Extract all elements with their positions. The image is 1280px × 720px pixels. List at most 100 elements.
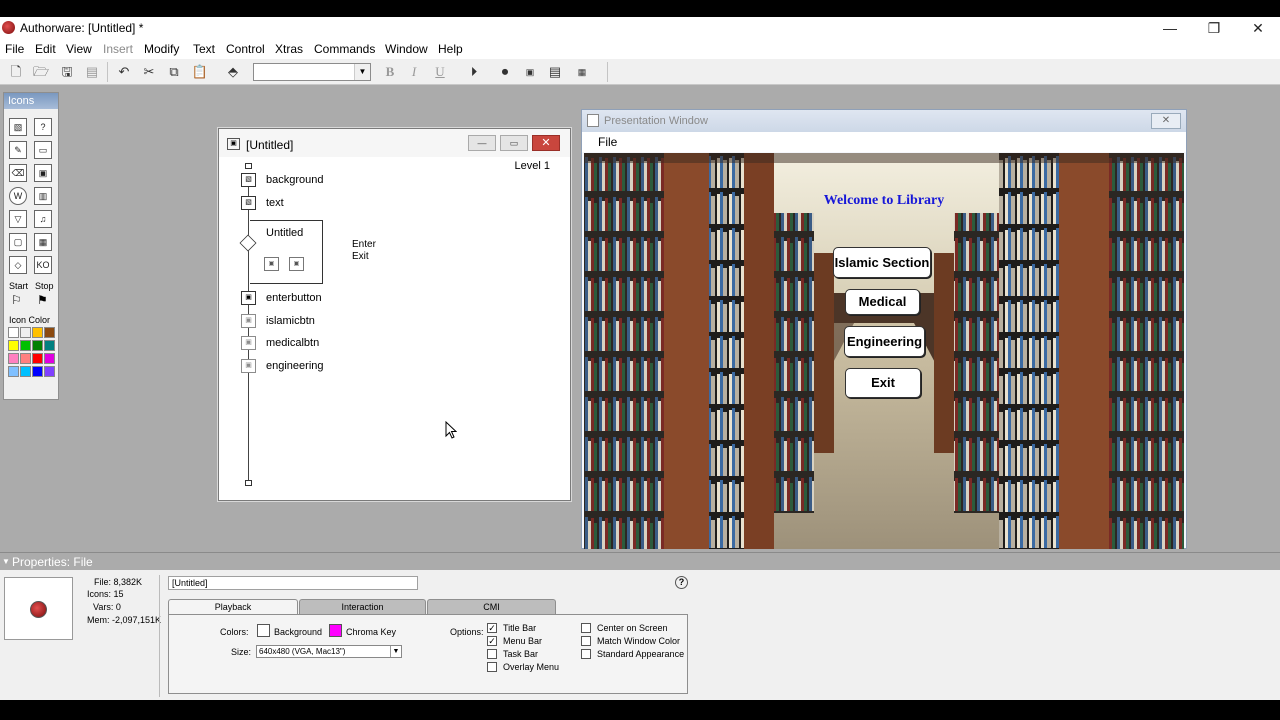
digital-movie-icon[interactable]: ▥ (34, 187, 52, 205)
paste-icon[interactable]: 📋 (191, 63, 209, 81)
new-file-icon[interactable]: 🗋 (7, 63, 25, 81)
icon-color-swatch[interactable] (32, 353, 43, 364)
presentation-menu-file[interactable]: File (598, 135, 617, 149)
flow-icon-label[interactable]: medicalbtn (266, 337, 319, 349)
flow-icon-label[interactable]: enterbutton (266, 292, 322, 304)
response-map-icon[interactable]: ▣ (264, 257, 279, 271)
restore-button[interactable]: ❐ (1192, 17, 1236, 39)
close-button[interactable]: ✕ (1236, 17, 1280, 39)
icon-color-swatch[interactable] (20, 340, 31, 351)
icon-color-swatch[interactable] (8, 366, 19, 377)
presentation-title-bar[interactable]: Presentation Window ✕ (582, 110, 1186, 132)
menu-bar-checkbox[interactable]: ✓ (487, 636, 497, 646)
menu-edit[interactable]: Edit (35, 42, 56, 56)
collapse-triangle-icon[interactable]: ▼ (2, 557, 10, 566)
variables-icon[interactable]: ▤ (546, 63, 564, 81)
response-label[interactable]: Enter (352, 239, 376, 250)
overlay-menu-checkbox[interactable] (487, 662, 497, 672)
icon-color-swatch[interactable] (20, 327, 31, 338)
menu-text[interactable]: Text (193, 42, 215, 56)
flowline-close-button[interactable]: ✕ (532, 135, 560, 151)
wait-icon[interactable]: W (9, 187, 27, 205)
flowline-minimize-button[interactable]: — (468, 135, 496, 151)
icon-color-swatch[interactable] (44, 327, 55, 338)
open-file-icon[interactable]: 🗁 (32, 63, 50, 81)
menu-insert[interactable]: Insert (103, 42, 133, 56)
flow-icon-label[interactable]: islamicbtn (266, 315, 315, 327)
flowline-maximize-button[interactable]: ▭ (500, 135, 528, 151)
flow-icon-label[interactable]: background (266, 174, 324, 186)
menu-xtras[interactable]: Xtras (275, 42, 303, 56)
find-icon[interactable]: ⬘ (224, 63, 242, 81)
knowledge-object-icon[interactable]: KO (34, 256, 52, 274)
icon-color-swatch[interactable] (8, 340, 19, 351)
minimize-button[interactable]: — (1148, 17, 1192, 39)
restart-icon[interactable]: ⏵ (465, 63, 483, 81)
map-icon[interactable]: ▣ (241, 314, 256, 328)
display-icon[interactable]: ▧ (241, 173, 256, 187)
motion-icon[interactable]: ✎ (9, 141, 27, 159)
italic-button[interactable]: I (405, 63, 423, 81)
main-flowline[interactable] (248, 175, 249, 483)
decision-icon[interactable]: ◇ (9, 256, 27, 274)
exit-button[interactable]: Exit (845, 368, 921, 398)
bold-button[interactable]: B (381, 63, 399, 81)
undo-icon[interactable]: ↶ (115, 63, 133, 81)
flow-icon-label[interactable]: Untitled (266, 227, 303, 239)
functions-icon[interactable]: ▣ (521, 63, 539, 81)
tab-interaction[interactable]: Interaction (299, 599, 426, 614)
display-icon[interactable]: ▧ (9, 118, 27, 136)
underline-button[interactable]: U (431, 63, 449, 81)
sound-icon[interactable]: ♫ (34, 210, 52, 228)
flow-icon-label[interactable]: engineering (266, 360, 324, 372)
size-select[interactable]: 640x480 (VGA, Mac13") ▼ (256, 645, 402, 658)
video-icon[interactable]: ▦ (34, 233, 52, 251)
menu-control[interactable]: Control (226, 42, 265, 56)
icon-color-swatch[interactable] (32, 366, 43, 377)
menu-view[interactable]: View (66, 42, 92, 56)
chroma-key-color-swatch[interactable] (329, 624, 342, 637)
font-selector[interactable]: ▼ (253, 63, 371, 81)
task-bar-checkbox[interactable] (487, 649, 497, 659)
title-bar-checkbox[interactable]: ✓ (487, 623, 497, 633)
properties-header[interactable]: ▼ Properties: File (0, 552, 1280, 570)
map-icon[interactable]: ▣ (241, 336, 256, 350)
erase-icon[interactable]: ⌫ (9, 164, 27, 182)
menu-file[interactable]: File (5, 42, 24, 56)
display-icon[interactable]: ▧ (241, 196, 256, 210)
map-icon[interactable]: ▣ (241, 291, 256, 305)
menu-window[interactable]: Window (385, 42, 428, 56)
import-icon[interactable]: ▤ (83, 63, 101, 81)
navigate-icon[interactable]: ▽ (9, 210, 27, 228)
framework-icon[interactable]: ▢ (9, 233, 27, 251)
map-icon[interactable]: ▣ (34, 164, 52, 182)
chevron-down-icon[interactable]: ▼ (354, 64, 370, 80)
flow-icon-label[interactable]: text (266, 197, 284, 209)
save-all-icon[interactable]: 🖫 (58, 63, 76, 81)
icon-color-swatch[interactable] (44, 366, 55, 377)
tab-cmi[interactable]: CMI (427, 599, 556, 614)
help-icon[interactable]: ? (675, 576, 688, 589)
icon-color-swatch[interactable] (32, 340, 43, 351)
knowledge-objects-icon[interactable]: ▦ (573, 63, 591, 81)
medical-button[interactable]: Medical (845, 289, 920, 315)
response-label[interactable]: Exit (352, 251, 369, 262)
file-name-field[interactable]: [Untitled] (168, 576, 418, 590)
icon-color-swatch[interactable] (20, 353, 31, 364)
match-window-color-checkbox[interactable] (581, 636, 591, 646)
standard-appearance-checkbox[interactable] (581, 649, 591, 659)
menu-modify[interactable]: Modify (144, 42, 179, 56)
icon-color-swatch[interactable] (44, 353, 55, 364)
icon-color-swatch[interactable] (32, 327, 43, 338)
engineering-button[interactable]: Engineering (844, 326, 925, 357)
cut-icon[interactable]: ✂ (140, 63, 158, 81)
tab-playback[interactable]: Playback (168, 599, 298, 614)
chevron-down-icon[interactable]: ▼ (390, 646, 401, 657)
start-flag-icon[interactable]: ⚐ (11, 293, 22, 307)
icon-color-swatch[interactable] (8, 327, 19, 338)
center-on-screen-checkbox[interactable] (581, 623, 591, 633)
icon-color-swatch[interactable] (20, 366, 31, 377)
copy-icon[interactable]: ⧉ (165, 63, 183, 81)
calculation-icon[interactable]: ▭ (34, 141, 52, 159)
background-color-swatch[interactable] (257, 624, 270, 637)
